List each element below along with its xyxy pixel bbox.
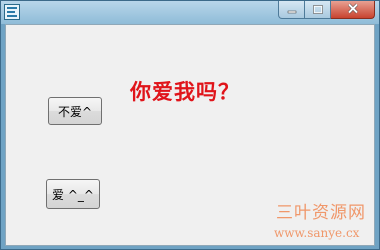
app-icon[interactable]	[4, 4, 20, 20]
close-icon	[347, 1, 359, 19]
form-client-area: 你爱我吗？ 不爱^ 爱 ^_^ 三叶资源网 www.sanye.cx	[5, 24, 375, 246]
close-button[interactable]	[331, 1, 375, 19]
love-button[interactable]: 爱 ^_^	[46, 179, 100, 209]
window-controls	[278, 1, 375, 20]
question-text: 你爱我吗？	[130, 79, 240, 104]
maximize-button[interactable]	[305, 1, 331, 19]
maximize-icon	[312, 1, 323, 19]
title-bar[interactable]	[1, 1, 379, 24]
watermark-url: www.sanye.cx	[274, 226, 360, 240]
watermark-site-name: 三叶资源网	[276, 203, 366, 223]
app-window: 你爱我吗？ 不爱^ 爱 ^_^ 三叶资源网 www.sanye.cx	[0, 0, 380, 250]
no-love-button[interactable]: 不爱^	[48, 97, 102, 125]
minimize-icon	[287, 1, 297, 19]
minimize-button[interactable]	[278, 1, 305, 19]
